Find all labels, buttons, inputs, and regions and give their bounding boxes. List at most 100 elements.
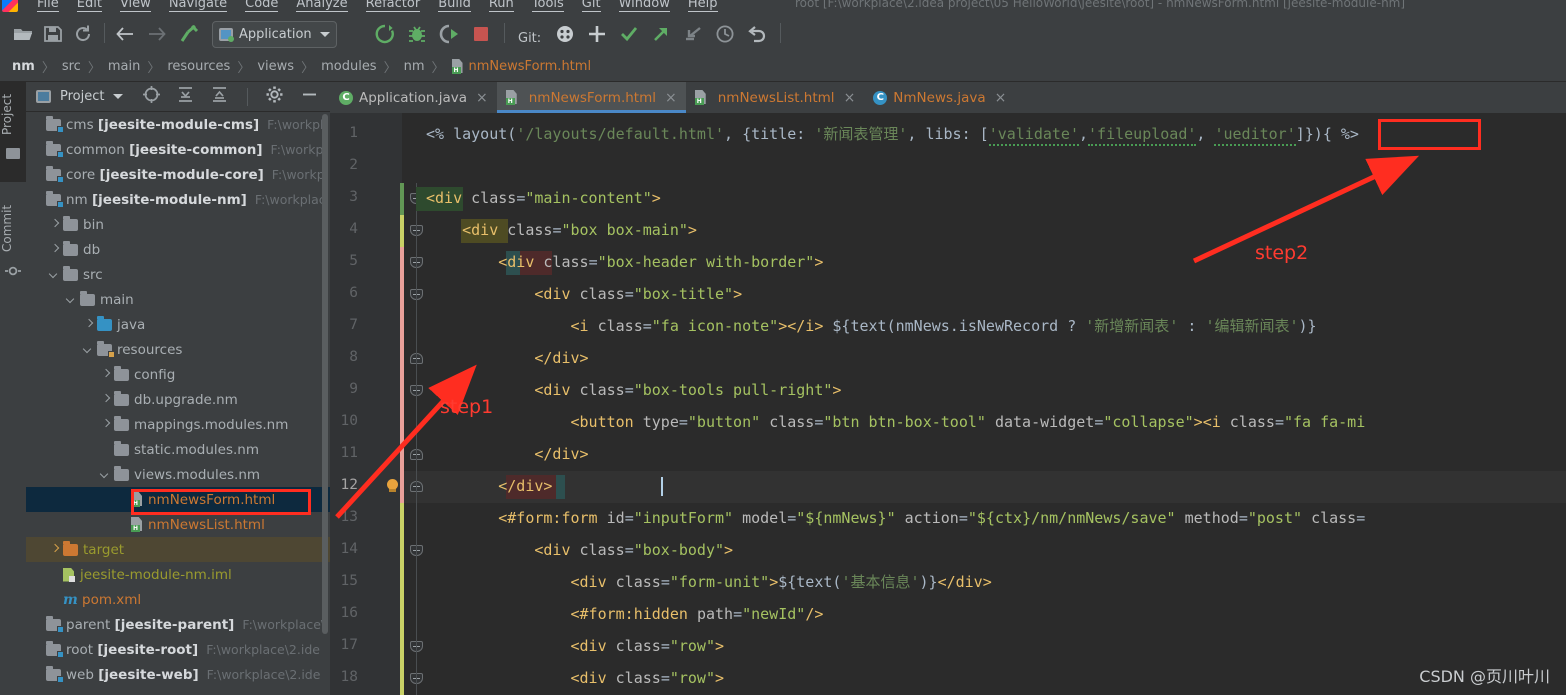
git-add-icon[interactable]: [586, 23, 608, 45]
save-all-icon[interactable]: [42, 23, 64, 45]
run-icon[interactable]: [374, 23, 396, 45]
git-rollback-icon[interactable]: [746, 23, 768, 45]
tree-node[interactable]: bin: [26, 212, 330, 237]
tree-node[interactable]: common [jeesite-common] F:\workp: [26, 137, 330, 162]
expand-all-icon[interactable]: [177, 86, 194, 107]
tree-node[interactable]: views.modules.nm: [26, 462, 330, 487]
navigate-forward-icon[interactable]: [146, 23, 168, 45]
collapse-all-icon[interactable]: [211, 86, 228, 107]
tree-node[interactable]: m pom.xml: [26, 587, 330, 612]
project-tree-scrollbar[interactable]: [322, 114, 328, 634]
debug-bug-icon[interactable]: [406, 23, 428, 45]
breadcrumb-item-nm[interactable]: nm: [404, 59, 425, 74]
tool-window-tab-commit[interactable]: Commit: [0, 198, 26, 258]
tree-node[interactable]: db.upgrade.nm: [26, 387, 330, 412]
chevron-right-icon[interactable]: [83, 319, 94, 330]
editor-gutter[interactable]: 1 2 3 4 5 6 7 8 9 10 11 12 13 14 15 16 17 18: [330, 113, 402, 695]
minimize-icon[interactable]: [301, 86, 318, 107]
menu-item-code[interactable]: Code: [236, 0, 287, 13]
breadcrumb-item-modules[interactable]: modules: [321, 59, 377, 74]
menu-item-edit[interactable]: Edit: [68, 0, 111, 13]
editor-tab-nmNewsList-html[interactable]: HnmNewsList.html ×: [686, 82, 865, 113]
menu-item-file[interactable]: File: [28, 0, 68, 13]
breadcrumb-item-resources[interactable]: resources: [167, 59, 230, 74]
breadcrumb-item-src[interactable]: src: [62, 59, 81, 74]
close-icon[interactable]: ×: [844, 91, 856, 105]
vcs-modified-marker[interactable]: [400, 215, 404, 247]
tree-node[interactable]: cms [jeesite-module-cms] F:\workpl: [26, 112, 330, 137]
chevron-right-icon[interactable]: [49, 544, 60, 555]
locate-target-icon[interactable]: [143, 86, 161, 107]
sync-icon[interactable]: [72, 23, 94, 45]
editor-tab-nmNewsForm-html[interactable]: HnmNewsForm.html ×: [496, 82, 686, 113]
tree-node[interactable]: parent [jeesite-parent] F:\workplace\: [26, 612, 330, 637]
tree-node[interactable]: src: [26, 262, 330, 287]
tree-node[interactable]: HnmNewsList.html: [26, 512, 330, 537]
tree-node[interactable]: config: [26, 362, 330, 387]
vcs-added-marker[interactable]: [400, 183, 404, 215]
editor-tab-Application-java[interactable]: C Application.java ×: [330, 82, 497, 113]
tree-node[interactable]: resources: [26, 337, 330, 362]
breadcrumb-item-nm[interactable]: nm: [12, 59, 35, 74]
menu-item-analyze[interactable]: Analyze: [287, 0, 356, 13]
chevron-down-icon[interactable]: [83, 344, 94, 355]
tree-node[interactable]: nm [jeesite-module-nm] F:\workplac: [26, 187, 330, 212]
chevron-right-icon[interactable]: [49, 244, 60, 255]
tree-node[interactable]: root [jeesite-root] F:\workplace\2.ide: [26, 637, 330, 662]
close-icon[interactable]: ×: [476, 91, 488, 105]
run-with-coverage-icon[interactable]: [438, 23, 460, 45]
intention-bulb-icon[interactable]: [386, 479, 399, 495]
tree-node[interactable]: java: [26, 312, 330, 337]
build-hammer-icon[interactable]: [178, 23, 200, 45]
stop-icon[interactable]: [470, 23, 492, 45]
chevron-right-icon[interactable]: [49, 219, 60, 230]
chevron-right-icon[interactable]: [100, 419, 111, 430]
tree-node[interactable]: web [jeesite-web] F:\workplace\2.ide: [26, 662, 330, 687]
chevron-down-icon[interactable]: [113, 94, 124, 99]
tree-node[interactable]: core [jeesite-module-core] F:\workp: [26, 162, 330, 187]
tree-node[interactable]: db: [26, 237, 330, 262]
tree-node[interactable]: static.modules.nm: [26, 437, 330, 462]
close-icon[interactable]: ×: [995, 91, 1007, 105]
breadcrumb[interactable]: nm 〉 src 〉 main 〉 resources 〉 views 〉 modules 〉 nm 〉 H…: [0, 52, 1566, 82]
breadcrumb-item-main[interactable]: main: [108, 59, 140, 74]
tree-node[interactable]: jeesite-module-nm.iml: [26, 562, 330, 587]
chevron-down-icon[interactable]: [49, 269, 60, 280]
git-push-icon[interactable]: [650, 23, 672, 45]
vcs-deleted-marker[interactable]: [400, 247, 404, 503]
menu-item-tools[interactable]: Tools: [523, 0, 573, 13]
open-folder-icon[interactable]: [12, 23, 34, 45]
tree-node[interactable]: main: [26, 287, 330, 312]
tree-node-label: resources: [117, 341, 183, 358]
editor-tab-bar[interactable]: C Application.java × HnmNewsForm.html × HnmNe…: [330, 82, 1566, 114]
chevron-down-icon[interactable]: [66, 294, 77, 305]
chevron-down-icon[interactable]: [100, 469, 111, 480]
git-history-clock-icon[interactable]: [714, 23, 736, 45]
tool-window-tab-project[interactable]: Project: [0, 86, 26, 142]
chevron-right-icon[interactable]: [100, 369, 111, 380]
git-update-project-icon[interactable]: [554, 23, 576, 45]
breadcrumb-item-file[interactable]: nmNewsForm.html: [469, 59, 592, 74]
git-commit-check-icon[interactable]: [618, 23, 640, 45]
code-editor[interactable]: 1 2 3 4 5 6 7 8 9 10 11 12 13 14 15 16 17 18 <% layout('/…: [330, 113, 1566, 695]
menu-item-navigate[interactable]: Navigate: [160, 0, 236, 13]
git-pull-icon[interactable]: [682, 23, 704, 45]
menu-item-build[interactable]: Build: [429, 0, 480, 13]
project-tree[interactable]: cms [jeesite-module-cms] F:\workpl common …: [26, 112, 330, 695]
menu-item-help[interactable]: Help: [679, 0, 727, 13]
editor-tab-NmNews-java[interactable]: C NmNews.java ×: [864, 82, 1015, 113]
tree-node[interactable]: mappings.modules.nm: [26, 412, 330, 437]
menu-item-view[interactable]: View: [111, 0, 160, 13]
tree-node[interactable]: target: [26, 537, 330, 562]
close-icon[interactable]: ×: [665, 91, 677, 105]
vcs-modified-marker[interactable]: [400, 503, 404, 695]
breadcrumb-item-views[interactable]: views: [257, 59, 294, 74]
menu-item-refactor[interactable]: Refactor: [357, 0, 430, 13]
menu-item-run[interactable]: Run: [480, 0, 523, 13]
navigate-back-icon[interactable]: [114, 23, 136, 45]
menu-item-window[interactable]: Window: [610, 0, 679, 13]
menu-item-git[interactable]: Git: [573, 0, 610, 13]
chevron-right-icon[interactable]: [100, 394, 111, 405]
gear-icon[interactable]: [266, 86, 283, 107]
run-configuration-selector[interactable]: Application: [212, 21, 337, 48]
